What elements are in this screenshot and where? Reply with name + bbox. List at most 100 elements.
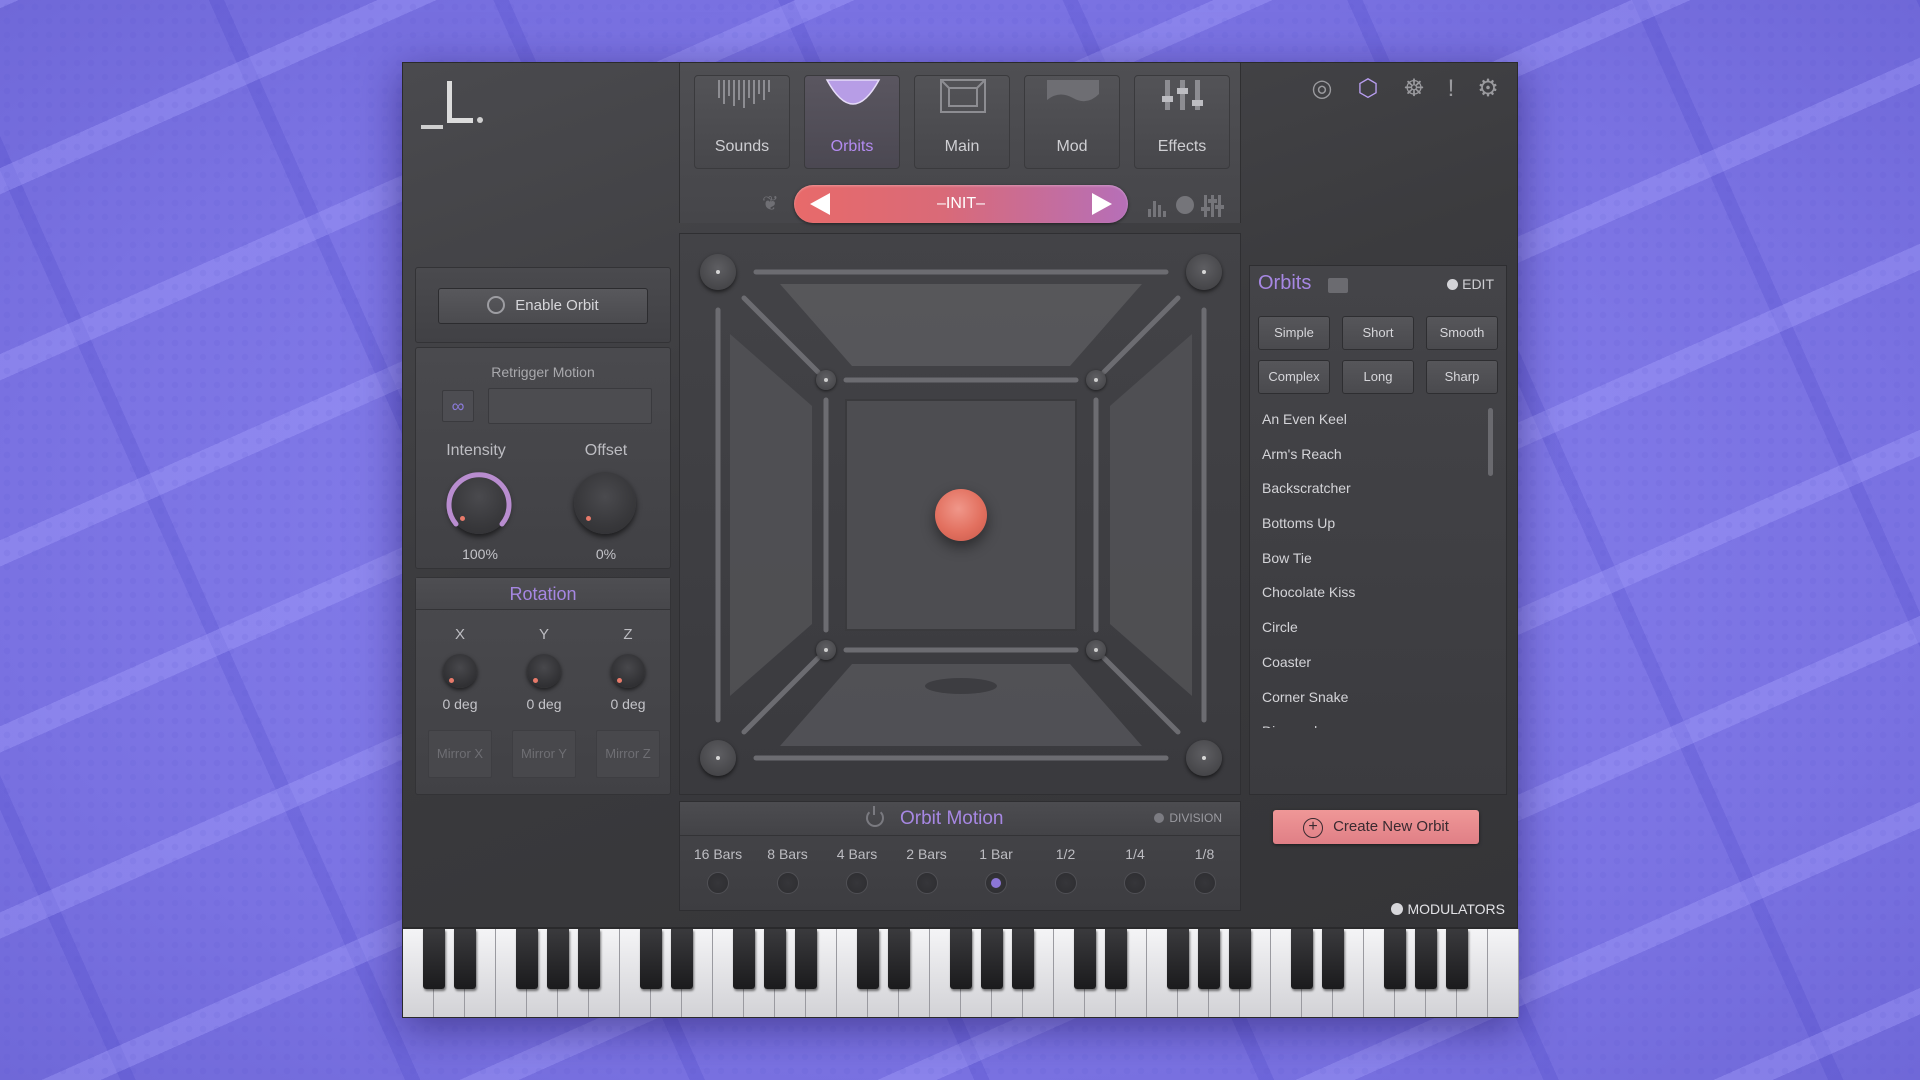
retrigger-field[interactable] bbox=[488, 388, 652, 424]
black-key[interactable] bbox=[950, 929, 972, 989]
list-item[interactable]: Circle bbox=[1262, 610, 1482, 645]
preset-tool-icons[interactable] bbox=[1146, 193, 1226, 219]
enable-orbit-button[interactable]: Enable Orbit bbox=[438, 288, 648, 324]
orbit-list-scrollbar[interactable] bbox=[1488, 408, 1493, 476]
tab-sounds[interactable]: Sounds bbox=[694, 75, 790, 169]
gear-icon[interactable]: ⚙ bbox=[1473, 74, 1503, 104]
black-key[interactable] bbox=[857, 929, 879, 989]
rotation-y-knob[interactable] bbox=[527, 654, 561, 688]
pad-node[interactable] bbox=[1086, 370, 1106, 390]
black-key[interactable] bbox=[1229, 929, 1251, 989]
pad-corner-handle[interactable] bbox=[1186, 254, 1222, 290]
create-new-orbit-button[interactable]: + Create New Orbit bbox=[1273, 810, 1479, 844]
black-key[interactable] bbox=[671, 929, 693, 989]
division-radio[interactable] bbox=[915, 872, 938, 894]
list-item[interactable]: Diagonal bbox=[1262, 714, 1482, 728]
tab-label: Main bbox=[944, 138, 980, 155]
division-option-label: 1 Bar bbox=[979, 846, 1013, 862]
list-item[interactable]: Corner Snake bbox=[1262, 680, 1482, 715]
tab-main[interactable]: Main bbox=[914, 75, 1010, 169]
division-radio[interactable] bbox=[1193, 872, 1216, 894]
cube-icon[interactable]: ⬡ bbox=[1353, 74, 1383, 104]
black-key[interactable] bbox=[888, 929, 910, 989]
division-option-label: 4 Bars bbox=[836, 846, 878, 862]
exclamation-icon[interactable]: ! bbox=[1445, 74, 1457, 104]
filter-simple[interactable]: Simple bbox=[1258, 316, 1330, 350]
tab-orbits[interactable]: Orbits bbox=[804, 75, 900, 169]
list-item[interactable]: An Even Keel bbox=[1262, 402, 1482, 437]
filter-long[interactable]: Long bbox=[1342, 360, 1414, 394]
list-item[interactable]: Coaster bbox=[1262, 645, 1482, 680]
division-toggle[interactable]: DIVISION bbox=[1154, 811, 1222, 825]
list-item[interactable]: Bow Tie bbox=[1262, 541, 1482, 576]
edit-led bbox=[1447, 279, 1459, 290]
division-radio[interactable] bbox=[776, 872, 799, 894]
black-key[interactable] bbox=[547, 929, 569, 989]
mirror-x-button[interactable]: Mirror X bbox=[428, 730, 492, 778]
division-radio[interactable] bbox=[985, 872, 1007, 894]
tab-mod[interactable]: Mod bbox=[1024, 75, 1120, 169]
pad-node[interactable] bbox=[816, 370, 836, 390]
black-key[interactable] bbox=[454, 929, 476, 989]
power-icon[interactable] bbox=[866, 806, 884, 827]
orbit-pad[interactable] bbox=[679, 233, 1241, 795]
black-key[interactable] bbox=[1322, 929, 1344, 989]
list-item[interactable]: Chocolate Kiss bbox=[1262, 575, 1482, 610]
white-key[interactable] bbox=[1488, 929, 1519, 1017]
black-key[interactable] bbox=[764, 929, 786, 989]
pad-node[interactable] bbox=[816, 640, 836, 660]
edit-toggle[interactable]: EDIT bbox=[1447, 276, 1494, 292]
division-radio[interactable] bbox=[1054, 872, 1077, 894]
black-key[interactable] bbox=[981, 929, 1003, 989]
globe-icon[interactable]: ☸ bbox=[1399, 74, 1429, 104]
black-key[interactable] bbox=[423, 929, 445, 989]
black-key[interactable] bbox=[640, 929, 662, 989]
orbit-ball[interactable] bbox=[935, 489, 987, 541]
black-key[interactable] bbox=[1384, 929, 1406, 989]
black-key[interactable] bbox=[1291, 929, 1313, 989]
preset-selector[interactable]: –INIT– bbox=[794, 185, 1128, 223]
spiral-icon[interactable]: ◎ bbox=[1307, 74, 1337, 104]
mirror-z-button[interactable]: Mirror Z bbox=[596, 730, 660, 778]
rotation-z-knob[interactable] bbox=[611, 654, 645, 688]
division-option-label: 1/8 bbox=[1194, 846, 1215, 862]
filter-short[interactable]: Short bbox=[1342, 316, 1414, 350]
black-key[interactable] bbox=[1446, 929, 1468, 989]
black-key[interactable] bbox=[1074, 929, 1096, 989]
list-item[interactable]: Arm's Reach bbox=[1262, 437, 1482, 472]
filter-smooth[interactable]: Smooth bbox=[1426, 316, 1498, 350]
offset-knob[interactable] bbox=[574, 472, 636, 534]
modulators-toggle[interactable]: MODULATORS bbox=[1390, 901, 1505, 917]
pad-corner-handle[interactable] bbox=[700, 254, 736, 290]
preset-next-button[interactable] bbox=[1092, 193, 1112, 215]
pad-node[interactable] bbox=[1086, 640, 1106, 660]
filter-complex[interactable]: Complex bbox=[1258, 360, 1330, 394]
black-key[interactable] bbox=[1105, 929, 1127, 989]
preset-prev-button[interactable] bbox=[810, 193, 830, 215]
black-key[interactable] bbox=[1198, 929, 1220, 989]
black-key[interactable] bbox=[733, 929, 755, 989]
list-item[interactable]: Backscratcher bbox=[1262, 471, 1482, 506]
piano-keyboard[interactable] bbox=[403, 927, 1519, 1017]
division-radio[interactable] bbox=[846, 872, 868, 894]
folder-icon[interactable] bbox=[1328, 278, 1348, 293]
intensity-knob[interactable] bbox=[446, 472, 512, 534]
black-key[interactable] bbox=[1167, 929, 1189, 989]
black-key[interactable] bbox=[516, 929, 538, 989]
black-key[interactable] bbox=[795, 929, 817, 989]
mirror-y-button[interactable]: Mirror Y bbox=[512, 730, 576, 778]
tab-effects[interactable]: Effects bbox=[1134, 75, 1230, 169]
rotation-x-knob[interactable] bbox=[443, 654, 477, 688]
loop-icon[interactable]: ∞ bbox=[442, 390, 474, 422]
black-key[interactable] bbox=[578, 929, 600, 989]
filter-sharp[interactable]: Sharp bbox=[1426, 360, 1498, 394]
leaf-icon[interactable]: ❦ bbox=[762, 191, 779, 216]
black-key[interactable] bbox=[1415, 929, 1437, 989]
pad-corner-handle[interactable] bbox=[700, 740, 736, 776]
division-radio[interactable] bbox=[707, 872, 729, 894]
division-led bbox=[1154, 813, 1165, 823]
list-item[interactable]: Bottoms Up bbox=[1262, 506, 1482, 541]
pad-corner-handle[interactable] bbox=[1186, 740, 1222, 776]
division-radio[interactable] bbox=[1124, 872, 1146, 894]
black-key[interactable] bbox=[1012, 929, 1034, 989]
